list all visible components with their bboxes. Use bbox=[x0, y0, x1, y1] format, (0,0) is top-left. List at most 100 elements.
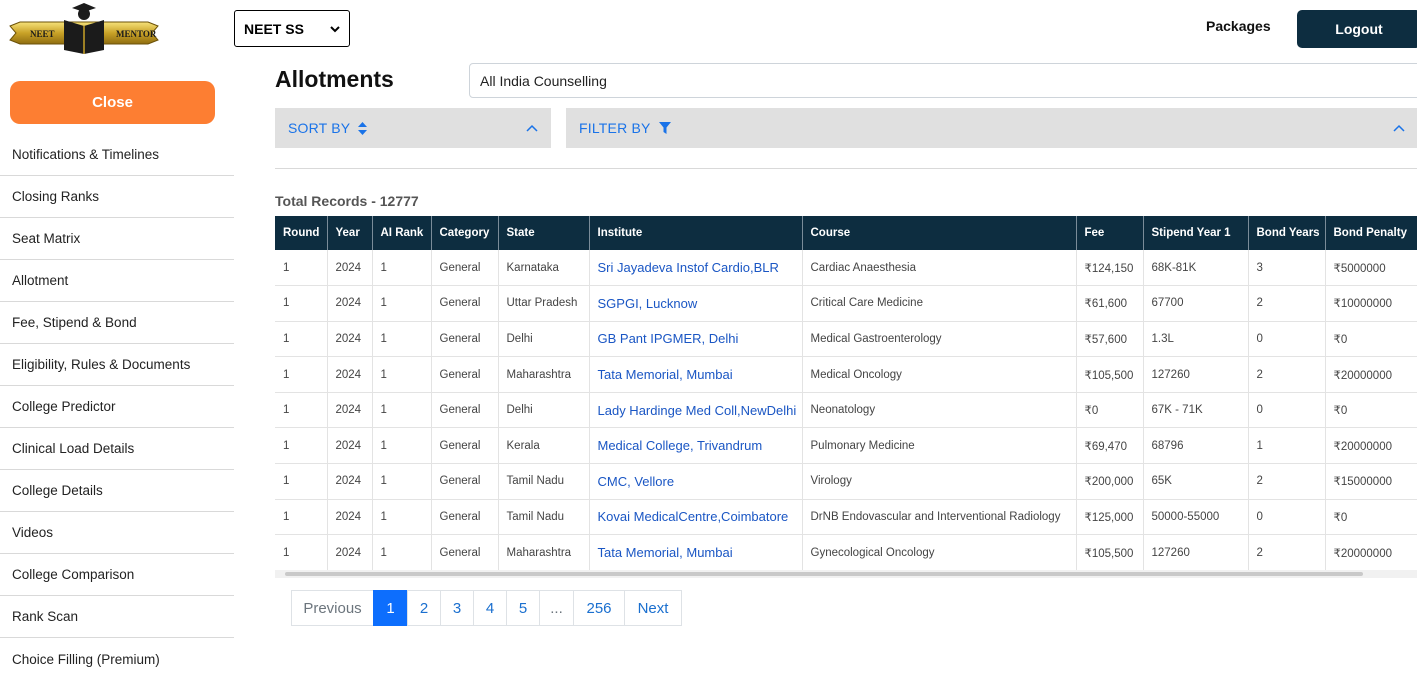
table-cell: 0 bbox=[1248, 321, 1326, 358]
table-cell: Pulmonary Medicine bbox=[802, 427, 1077, 465]
institute-link[interactable]: Sri Jayadeva Instof Cardio,BLR bbox=[589, 250, 803, 287]
page-button-5[interactable]: 5 bbox=[506, 590, 540, 626]
table-row: 1 2024 1 General Delhi GB Pant IPGMER, Delhi M… bbox=[275, 321, 1417, 358]
page-button-4[interactable]: 4 bbox=[473, 590, 507, 626]
page-button-256[interactable]: 256 bbox=[573, 590, 625, 626]
institute-link[interactable]: Kovai MedicalCentre,Coimbatore bbox=[589, 499, 803, 536]
page-button-1[interactable]: 1 bbox=[373, 590, 408, 626]
sidebar-item-college-comparison[interactable]: College Comparison bbox=[0, 554, 234, 596]
table-cell: DrNB Endovascular and Interventional Rad… bbox=[802, 499, 1077, 536]
sidebar-item-clinical-load[interactable]: Clinical Load Details bbox=[0, 428, 234, 470]
chevron-up-icon bbox=[526, 124, 538, 132]
sidebar-item-videos[interactable]: Videos bbox=[0, 512, 234, 554]
sidebar-item-college-predictor[interactable]: College Predictor bbox=[0, 386, 234, 428]
sidebar-item-closing-ranks[interactable]: Closing Ranks bbox=[0, 176, 234, 218]
table-cell: ₹125,000 bbox=[1076, 499, 1144, 536]
column-header[interactable]: AI Rank bbox=[372, 216, 432, 250]
table-header-row: Round Year AI Rank Category State Instit… bbox=[275, 216, 1417, 250]
table-cell: 1 bbox=[275, 499, 328, 536]
next-page-button[interactable]: Next bbox=[624, 590, 682, 626]
column-header[interactable]: Round bbox=[275, 216, 328, 250]
table-cell: Cardiac Anaesthesia bbox=[802, 250, 1077, 287]
column-header[interactable]: Institute bbox=[589, 216, 803, 250]
sidebar-item-college-details[interactable]: College Details bbox=[0, 470, 234, 512]
scrollbar-thumb[interactable] bbox=[285, 572, 1363, 576]
institute-link[interactable]: SGPGI, Lucknow bbox=[589, 285, 803, 322]
table-cell: 0 bbox=[1248, 392, 1326, 429]
column-header[interactable]: Bond Penalty bbox=[1325, 216, 1417, 250]
table-cell: ₹69,470 bbox=[1076, 427, 1144, 465]
pagination: Previous 1 2 3 4 5 ... 256 Next bbox=[291, 590, 682, 626]
sort-by-panel[interactable]: SORT BY bbox=[275, 108, 551, 148]
sidebar-item-rank-scan[interactable]: Rank Scan bbox=[0, 596, 234, 638]
table-cell: ₹105,500 bbox=[1076, 534, 1144, 571]
table-cell: Maharashtra bbox=[498, 356, 590, 393]
table-cell: 2 bbox=[1248, 463, 1326, 500]
table-cell: General bbox=[431, 392, 499, 429]
table-cell: Neonatology bbox=[802, 392, 1077, 429]
sidebar-item-fee-stipend-bond[interactable]: Fee, Stipend & Bond bbox=[0, 302, 234, 344]
table-cell: 1 bbox=[1248, 427, 1326, 465]
page-button-2[interactable]: 2 bbox=[407, 590, 441, 626]
table-cell: 67700 bbox=[1143, 285, 1249, 322]
counselling-select[interactable] bbox=[469, 63, 1417, 98]
institute-link[interactable]: GB Pant IPGMER, Delhi bbox=[589, 321, 803, 358]
column-header[interactable]: State bbox=[498, 216, 590, 250]
horizontal-scrollbar[interactable] bbox=[275, 570, 1417, 578]
column-header[interactable]: Fee bbox=[1076, 216, 1144, 250]
table-cell: General bbox=[431, 463, 499, 500]
table-cell: 1 bbox=[372, 392, 432, 429]
table-cell: 1 bbox=[275, 427, 328, 465]
column-header[interactable]: Stipend Year 1 bbox=[1143, 216, 1249, 250]
logo-left-text: NEET bbox=[30, 29, 55, 39]
table-row: 1 2024 1 General Maharashtra Tata Memorial, M… bbox=[275, 534, 1417, 571]
sidebar-item-notifications[interactable]: Notifications & Timelines bbox=[0, 134, 234, 176]
column-header[interactable]: Category bbox=[431, 216, 499, 250]
total-records: Total Records - 12777 bbox=[275, 193, 419, 209]
neet-mentor-logo[interactable]: NEET MENTOR bbox=[8, 2, 160, 54]
table-cell: Delhi bbox=[498, 392, 590, 429]
table-cell: ₹200,000 bbox=[1076, 463, 1144, 500]
table-row: 1 2024 1 General Maharashtra Tata Memorial, M… bbox=[275, 356, 1417, 393]
table-cell: 1 bbox=[372, 427, 432, 465]
sidebar-item-choice-filling[interactable]: Choice Filling (Premium) bbox=[0, 638, 234, 680]
table-cell: 1 bbox=[275, 463, 328, 500]
table-cell: 0 bbox=[1248, 499, 1326, 536]
table-cell: ₹105,500 bbox=[1076, 356, 1144, 393]
institute-link[interactable]: Tata Memorial, Mumbai bbox=[589, 534, 803, 571]
close-sidebar-button[interactable]: Close bbox=[10, 81, 215, 124]
column-header[interactable]: Bond Years bbox=[1248, 216, 1326, 250]
table-cell: 127260 bbox=[1143, 534, 1249, 571]
table-cell: 2024 bbox=[327, 356, 373, 393]
filter-by-panel[interactable]: FILTER BY bbox=[566, 108, 1417, 148]
table-cell: 2024 bbox=[327, 427, 373, 465]
table-cell: 1 bbox=[372, 250, 432, 287]
table-cell: 68K-81K bbox=[1143, 250, 1249, 287]
sidebar-nav: Notifications & Timelines Closing Ranks … bbox=[0, 134, 234, 680]
table-cell: General bbox=[431, 250, 499, 287]
table-cell: General bbox=[431, 427, 499, 465]
institute-link[interactable]: Medical College, Trivandrum bbox=[589, 427, 803, 465]
logo-right-text: MENTOR bbox=[116, 29, 157, 39]
column-header[interactable]: Year bbox=[327, 216, 373, 250]
table-cell: 2024 bbox=[327, 250, 373, 287]
institute-link[interactable]: Tata Memorial, Mumbai bbox=[589, 356, 803, 393]
institute-link[interactable]: CMC, Vellore bbox=[589, 463, 803, 500]
page-button-3[interactable]: 3 bbox=[440, 590, 474, 626]
table-cell: 50000-55000 bbox=[1143, 499, 1249, 536]
institute-link[interactable]: Lady Hardinge Med Coll,NewDelhi bbox=[589, 392, 803, 429]
sidebar-item-allotment[interactable]: Allotment bbox=[0, 260, 234, 302]
table-row: 1 2024 1 General Delhi Lady Hardinge Med Coll… bbox=[275, 392, 1417, 429]
divider bbox=[275, 168, 1417, 169]
previous-page-button[interactable]: Previous bbox=[291, 590, 374, 626]
packages-link[interactable]: Packages bbox=[1206, 18, 1271, 34]
exam-select[interactable]: NEET SS bbox=[234, 10, 350, 47]
column-header[interactable]: Course bbox=[802, 216, 1077, 250]
sidebar-item-seat-matrix[interactable]: Seat Matrix bbox=[0, 218, 234, 260]
sidebar-item-eligibility[interactable]: Eligibility, Rules & Documents bbox=[0, 344, 234, 386]
table-cell: 1 bbox=[372, 321, 432, 358]
table-cell: ₹57,600 bbox=[1076, 321, 1144, 358]
filter-by-label: FILTER BY bbox=[579, 120, 651, 136]
logout-button[interactable]: Logout bbox=[1297, 10, 1417, 48]
table-cell: ₹0 bbox=[1325, 392, 1417, 429]
